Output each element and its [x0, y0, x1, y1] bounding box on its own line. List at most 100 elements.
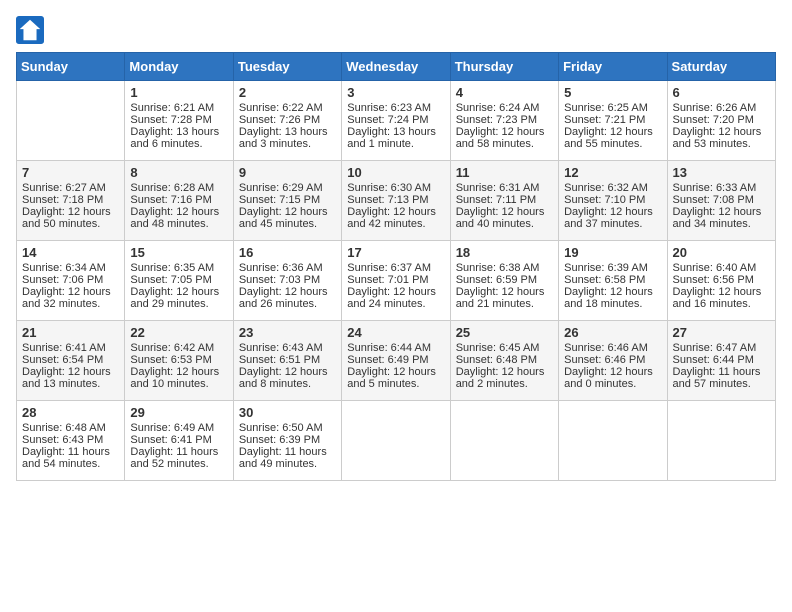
sunrise-text: Sunrise: 6:50 AM	[239, 422, 336, 434]
day-number: 15	[130, 245, 227, 260]
weekday-header-thursday: Thursday	[450, 53, 558, 81]
daylight-text: Daylight: 13 hours and 6 minutes.	[130, 126, 227, 150]
sunset-text: Sunset: 7:01 PM	[347, 274, 444, 286]
calendar-cell: 16Sunrise: 6:36 AMSunset: 7:03 PMDayligh…	[233, 241, 341, 321]
day-number: 4	[456, 85, 553, 100]
sunset-text: Sunset: 7:24 PM	[347, 114, 444, 126]
sunrise-text: Sunrise: 6:44 AM	[347, 342, 444, 354]
day-number: 11	[456, 165, 553, 180]
sunrise-text: Sunrise: 6:26 AM	[673, 102, 770, 114]
sunrise-text: Sunrise: 6:38 AM	[456, 262, 553, 274]
weekday-header-monday: Monday	[125, 53, 233, 81]
calendar-cell: 9Sunrise: 6:29 AMSunset: 7:15 PMDaylight…	[233, 161, 341, 241]
calendar-cell: 18 Sunrise: 6:38 AMSunset: 6:59 PMDayligh…	[450, 241, 558, 321]
calendar-cell: 1Sunrise: 6:21 AMSunset: 7:28 PMDaylight…	[125, 81, 233, 161]
sunset-text: Sunset: 7:06 PM	[22, 274, 119, 286]
sunset-text: Sunset: 7:10 PM	[564, 194, 661, 206]
day-number: 1	[130, 85, 227, 100]
daylight-text: Daylight: 11 hours and 57 minutes.	[673, 366, 770, 390]
sunrise-text: Sunrise: 6:21 AM	[130, 102, 227, 114]
daylight-text: Daylight: 12 hours and 21 minutes.	[456, 286, 553, 310]
day-number: 17	[347, 245, 444, 260]
sunrise-text: Sunrise: 6:43 AM	[239, 342, 336, 354]
sunset-text: Sunset: 6:56 PM	[673, 274, 770, 286]
daylight-text: Daylight: 12 hours and 50 minutes.	[22, 206, 119, 230]
calendar-cell: 4Sunrise: 6:24 AMSunset: 7:23 PMDaylight…	[450, 81, 558, 161]
sunrise-text: Sunrise: 6:22 AM	[239, 102, 336, 114]
daylight-text: Daylight: 12 hours and 16 minutes.	[673, 286, 770, 310]
calendar-cell: 24 Sunrise: 6:44 AMSunset: 6:49 PMDayligh…	[342, 321, 450, 401]
calendar-table: SundayMondayTuesdayWednesdayThursdayFrid…	[16, 52, 776, 481]
weekday-header-row: SundayMondayTuesdayWednesdayThursdayFrid…	[17, 53, 776, 81]
sunrise-text: Sunrise: 6:42 AM	[130, 342, 227, 354]
sunrise-text: Sunrise: 6:41 AM	[22, 342, 119, 354]
calendar-cell: 27Sunrise: 6:47 AMSunset: 6:44 PMDayligh…	[667, 321, 775, 401]
daylight-text: Daylight: 11 hours and 54 minutes.	[22, 446, 119, 470]
day-number: 3	[347, 85, 444, 100]
sunset-text: Sunset: 7:15 PM	[239, 194, 336, 206]
weekday-header-saturday: Saturday	[667, 53, 775, 81]
calendar-cell: 3Sunrise: 6:23 AMSunset: 7:24 PMDaylight…	[342, 81, 450, 161]
sunset-text: Sunset: 6:59 PM	[456, 274, 553, 286]
weekday-header-friday: Friday	[559, 53, 667, 81]
calendar-cell: 2Sunrise: 6:22 AMSunset: 7:26 PMDaylight…	[233, 81, 341, 161]
day-number: 26	[564, 325, 661, 340]
calendar-cell	[667, 401, 775, 481]
sunset-text: Sunset: 7:05 PM	[130, 274, 227, 286]
calendar-cell: 21Sunrise: 6:41 AMSunset: 6:54 PMDayligh…	[17, 321, 125, 401]
day-number: 22	[130, 325, 227, 340]
day-number: 18	[456, 245, 553, 260]
week-row-2: 14Sunrise: 6:34 AMSunset: 7:06 PMDayligh…	[17, 241, 776, 321]
daylight-text: Daylight: 12 hours and 42 minutes.	[347, 206, 444, 230]
sunset-text: Sunset: 6:43 PM	[22, 434, 119, 446]
sunrise-text: Sunrise: 6:30 AM	[347, 182, 444, 194]
sunset-text: Sunset: 6:44 PM	[673, 354, 770, 366]
sunset-text: Sunset: 7:18 PM	[22, 194, 119, 206]
day-number: 25	[456, 325, 553, 340]
daylight-text: Daylight: 12 hours and 34 minutes.	[673, 206, 770, 230]
sunset-text: Sunset: 7:16 PM	[130, 194, 227, 206]
day-number: 13	[673, 165, 770, 180]
sunset-text: Sunset: 6:49 PM	[347, 354, 444, 366]
day-number: 28	[22, 405, 119, 420]
daylight-text: Daylight: 12 hours and 5 minutes.	[347, 366, 444, 390]
day-number: 20	[673, 245, 770, 260]
sunrise-text: Sunrise: 6:32 AM	[564, 182, 661, 194]
daylight-text: Daylight: 12 hours and 48 minutes.	[130, 206, 227, 230]
sunset-text: Sunset: 6:48 PM	[456, 354, 553, 366]
sunrise-text: Sunrise: 6:36 AM	[239, 262, 336, 274]
sunrise-text: Sunrise: 6:31 AM	[456, 182, 553, 194]
day-number: 10	[347, 165, 444, 180]
day-number: 6	[673, 85, 770, 100]
calendar-cell: 12Sunrise: 6:32 AMSunset: 7:10 PMDayligh…	[559, 161, 667, 241]
calendar-cell	[342, 401, 450, 481]
daylight-text: Daylight: 12 hours and 55 minutes.	[564, 126, 661, 150]
day-number: 30	[239, 405, 336, 420]
calendar-cell: 5Sunrise: 6:25 AMSunset: 7:21 PMDaylight…	[559, 81, 667, 161]
daylight-text: Daylight: 12 hours and 29 minutes.	[130, 286, 227, 310]
sunrise-text: Sunrise: 6:40 AM	[673, 262, 770, 274]
daylight-text: Daylight: 11 hours and 49 minutes.	[239, 446, 336, 470]
day-number: 24	[347, 325, 444, 340]
sunset-text: Sunset: 6:54 PM	[22, 354, 119, 366]
week-row-1: 7Sunrise: 6:27 AMSunset: 7:18 PMDaylight…	[17, 161, 776, 241]
calendar-cell: 11Sunrise: 6:31 AMSunset: 7:11 PMDayligh…	[450, 161, 558, 241]
week-row-4: 28Sunrise: 6:48 AMSunset: 6:43 PMDayligh…	[17, 401, 776, 481]
sunset-text: Sunset: 6:58 PM	[564, 274, 661, 286]
calendar-cell: 29Sunrise: 6:49 AMSunset: 6:41 PMDayligh…	[125, 401, 233, 481]
sunrise-text: Sunrise: 6:37 AM	[347, 262, 444, 274]
sunrise-text: Sunrise: 6:35 AM	[130, 262, 227, 274]
daylight-text: Daylight: 12 hours and 32 minutes.	[22, 286, 119, 310]
daylight-text: Daylight: 12 hours and 24 minutes.	[347, 286, 444, 310]
calendar-cell: 25Sunrise: 6:45 AMSunset: 6:48 PMDayligh…	[450, 321, 558, 401]
sunrise-text: Sunrise: 6:27 AM	[22, 182, 119, 194]
sunset-text: Sunset: 7:08 PM	[673, 194, 770, 206]
calendar-cell: 8Sunrise: 6:28 AMSunset: 7:16 PMDaylight…	[125, 161, 233, 241]
calendar-cell	[559, 401, 667, 481]
calendar-cell: 7 Sunrise: 6:27 AMSunset: 7:18 PMDaylight…	[17, 161, 125, 241]
sunset-text: Sunset: 7:03 PM	[239, 274, 336, 286]
daylight-text: Daylight: 12 hours and 0 minutes.	[564, 366, 661, 390]
day-number: 7	[22, 165, 119, 180]
daylight-text: Daylight: 11 hours and 52 minutes.	[130, 446, 227, 470]
calendar-cell: 13Sunrise: 6:33 AMSunset: 7:08 PMDayligh…	[667, 161, 775, 241]
